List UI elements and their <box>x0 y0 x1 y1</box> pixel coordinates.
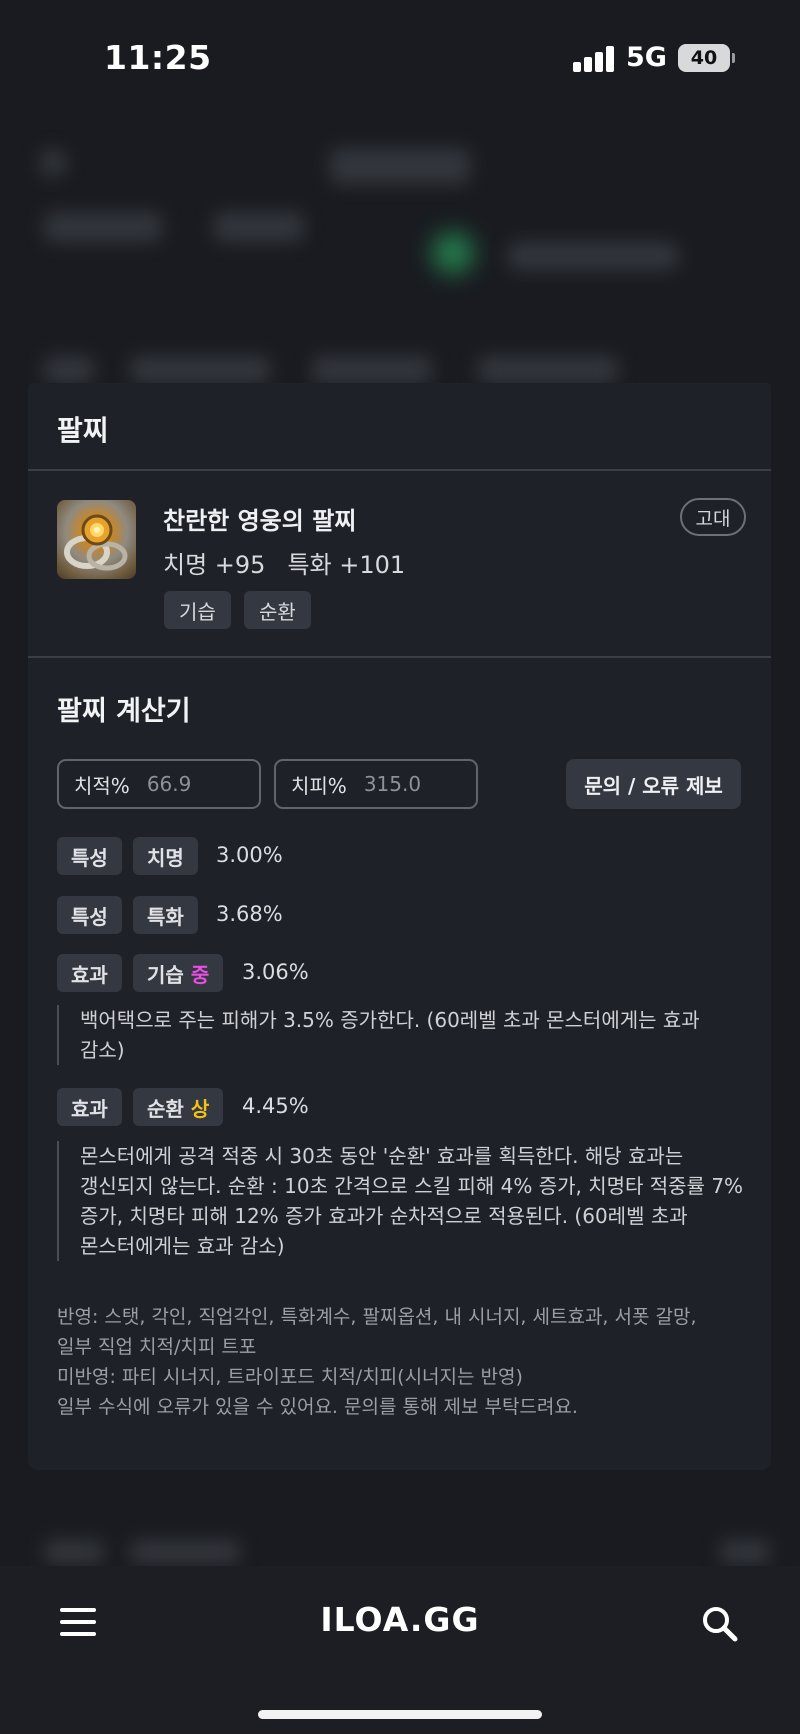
background-blur <box>40 150 66 176</box>
background-blur <box>44 212 162 242</box>
row-category-pill: 효과 <box>57 1088 122 1126</box>
effect-tag-ambush: 기습 <box>164 591 231 629</box>
crit-damage-label: 치피% <box>291 773 347 798</box>
description-line: 몬스터에게는 효과 감소) <box>80 1234 285 1258</box>
crit-damage-input[interactable]: 치피% 315.0 <box>274 759 478 809</box>
battery-level: 40 <box>690 47 718 69</box>
battery-icon: 40 <box>678 44 730 72</box>
background-blur <box>44 1540 104 1564</box>
effect-tag-cycle: 순환 <box>244 591 311 629</box>
background-blur <box>432 232 474 274</box>
row-name: 기습 <box>147 962 184 987</box>
status-time: 11:25 <box>104 38 212 77</box>
background-blur <box>508 242 678 270</box>
row-value: 3.00% <box>216 843 283 867</box>
background-blur <box>130 356 270 384</box>
row-name-pill: 기습 중 <box>133 954 224 992</box>
panel-title: 팔찌 <box>57 414 109 447</box>
description-line: 증가, 치명타 피해 12% 증가 효과가 순차적으로 적용된다. (60레벨 … <box>80 1204 688 1228</box>
footnote-line: 미반영: 파티 시너지, 트라이포드 치적/치피(시너지는 반영) <box>57 1366 523 1388</box>
row-name-pill: 특화 <box>133 896 198 934</box>
ambush-description: 백어택으로 주는 피해가 3.5% 증가한다. (60레벨 초과 몬스터에게는 … <box>57 1005 707 1065</box>
footnote-line: 일부 수식에 오류가 있을 수 있어요. 문의를 통해 제보 부탁드려요. <box>57 1396 578 1418</box>
background-blur <box>720 1540 770 1564</box>
row-value: 4.45% <box>242 1094 309 1118</box>
calculator-title: 팔찌 계산기 <box>57 696 191 727</box>
row-value: 3.68% <box>216 902 283 926</box>
calculation-footnote: 반영: 스탯, 각인, 직업각인, 특화계수, 팔찌옵션, 내 시너지, 세트효… <box>57 1302 747 1422</box>
background-blur <box>130 1540 240 1564</box>
row-category-pill: 효과 <box>57 954 122 992</box>
crit-damage-value: 315.0 <box>363 772 422 796</box>
item-stat-crit: 치명 +95 <box>163 551 266 579</box>
bottom-navigation: ILOA.GG <box>0 1566 800 1734</box>
tier-high-label: 상 <box>190 1096 210 1121</box>
network-type: 5G <box>626 42 667 73</box>
item-stats: 치명 +95 특화 +101 <box>163 545 405 580</box>
row-value: 3.06% <box>242 960 309 984</box>
footnote-line: 일부 직업 치적/치피 트포 <box>57 1336 257 1358</box>
crit-rate-value: 66.9 <box>146 772 192 796</box>
grade-badge: 고대 <box>680 498 746 536</box>
description-line: 갱신되지 않는다. 순환 : 10초 간격으로 스킬 피해 4% 증가, 치명타… <box>80 1174 744 1198</box>
divider <box>28 469 771 471</box>
row-category-pill: 특성 <box>57 837 122 875</box>
description-line: 몬스터에게 공격 적중 시 30초 동안 '순환' 효과를 획득한다. 해당 효… <box>80 1144 684 1168</box>
status-bar: 11:25 5G 40 <box>0 0 800 116</box>
crit-rate-label: 치적% <box>74 773 130 798</box>
cycle-description: 몬스터에게 공격 적중 시 30초 동안 '순환' 효과를 획득한다. 해당 효… <box>57 1141 747 1261</box>
battery-tip <box>732 53 735 63</box>
background-blur <box>312 356 432 384</box>
bracelet-panel: 팔찌 찬란한 영웅의 팔찌 고대 치명 +95 특화 +101 기습 순환 팔찌 … <box>28 383 771 1470</box>
crit-rate-input[interactable]: 치적% 66.9 <box>57 759 261 809</box>
row-category-pill: 특성 <box>57 896 122 934</box>
cellular-signal-icon <box>573 46 615 72</box>
row-name-pill: 치명 <box>133 837 198 875</box>
row-name-pill: 순환 상 <box>133 1088 224 1126</box>
footnote-line: 반영: 스탯, 각인, 직업각인, 특화계수, 팔찌옵션, 내 시너지, 세트효… <box>57 1306 697 1328</box>
background-blur <box>214 212 304 242</box>
item-stat-specialization: 특화 +101 <box>287 551 406 579</box>
row-name: 순환 <box>147 1096 184 1121</box>
brand-logo[interactable]: ILOA.GG <box>0 1600 800 1639</box>
divider <box>28 656 771 658</box>
tier-mid-label: 중 <box>190 962 210 987</box>
background-blur <box>478 356 618 384</box>
home-indicator[interactable] <box>258 1710 542 1719</box>
description-line: 감소) <box>80 1038 125 1062</box>
background-blur <box>44 356 94 384</box>
report-error-button[interactable]: 문의 / 오류 제보 <box>566 759 741 809</box>
search-icon[interactable] <box>700 1604 740 1644</box>
description-line: 백어택으로 주는 피해가 3.5% 증가한다. (60레벨 초과 몬스터에게는 … <box>80 1008 700 1032</box>
bracelet-item-icon <box>57 500 136 579</box>
item-name: 찬란한 영웅의 팔찌 <box>163 507 357 535</box>
background-blur <box>330 148 470 184</box>
